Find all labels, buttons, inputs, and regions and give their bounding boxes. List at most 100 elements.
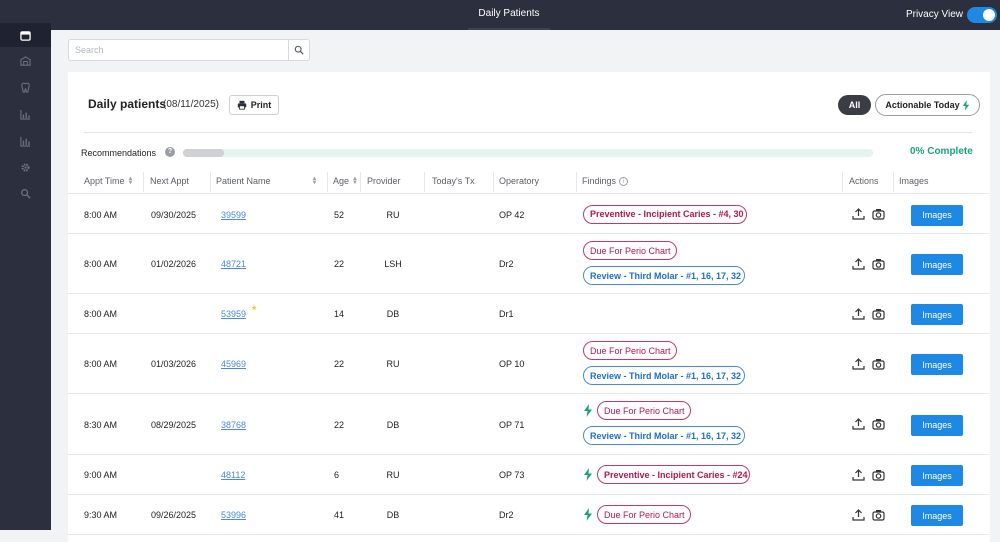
upload-button[interactable] [851, 468, 865, 481]
privacy-view-label: Privacy View [905, 9, 963, 20]
upload-icon [851, 357, 865, 370]
patient-id-link[interactable]: 39599 [221, 210, 246, 220]
camera-icon [871, 358, 885, 370]
filter-actionable-today-button[interactable]: Actionable Today [875, 94, 980, 116]
camera-icon [871, 308, 885, 320]
table-row: 8:00 AM 53959 ★ 14 DB Dr1 Images [68, 294, 990, 334]
col-actions: Actions [849, 176, 879, 186]
patient-id-link[interactable]: 53996 [221, 510, 246, 520]
images-button[interactable]: Images [911, 204, 963, 226]
search-input[interactable] [75, 43, 285, 57]
camera-button[interactable] [871, 208, 885, 221]
images-button[interactable]: Images [911, 354, 963, 375]
col-label: Actions [849, 176, 879, 186]
table-row: 9:00 AM 48112 6 RU OP 73 Preventive - Incipie… [68, 455, 990, 495]
sidebar-item-daily-patients[interactable] [0, 23, 51, 47]
col-age[interactable]: Age ▲ ▼ [333, 176, 358, 186]
patient-id-link[interactable]: 45969 [221, 359, 246, 369]
progress-text: 0% Complete [910, 146, 973, 157]
camera-button[interactable] [871, 257, 885, 270]
sidebar-item-settings[interactable] [0, 155, 51, 179]
upload-icon [851, 208, 865, 220]
help-icon[interactable]: ? [165, 147, 175, 157]
operatory: OP 71 [499, 419, 525, 430]
finding-tag[interactable]: Due For Perio Chart [583, 241, 677, 260]
finding-tag[interactable]: Preventive - Incipient Caries - #4, 30 [583, 204, 747, 224]
next-appt: 09/26/2025 [151, 510, 197, 520]
tooth-icon [21, 82, 30, 93]
camera-button[interactable] [871, 418, 885, 431]
camera-button[interactable] [871, 468, 885, 481]
upload-button[interactable] [851, 208, 865, 221]
sort-icon: ▲ ▼ [311, 176, 318, 186]
sidebar-item-search[interactable] [0, 181, 51, 205]
patient-id-link[interactable]: 38768 [221, 420, 246, 430]
appt-time: 9:00 AM [84, 470, 118, 480]
daily-patients-card: Daily patients (08/11/2025) Print All Ac… [68, 72, 990, 542]
camera-button[interactable] [871, 307, 885, 320]
operatory: Dr2 [499, 510, 514, 520]
print-button[interactable]: Print [229, 95, 279, 115]
patient-id-link[interactable]: 48721 [221, 259, 246, 269]
provider: RU [386, 359, 400, 369]
col-appt-time[interactable]: Appt Time ▲ ▼ [84, 176, 133, 186]
col-provider[interactable]: Provider [367, 176, 401, 186]
upload-button[interactable] [851, 307, 865, 320]
patient-id-link[interactable]: 53959 [221, 309, 246, 319]
table-row: 8:00 AM 09/30/2025 39599 52 RU OP 42 Preventiv… [68, 195, 990, 234]
col-operatory[interactable]: Operatory [499, 176, 539, 186]
sidebar-item-chart[interactable] [0, 102, 51, 126]
sidebar-item-reports[interactable] [0, 129, 51, 153]
next-appt: 08/29/2025 [151, 419, 197, 430]
finding-tag[interactable]: Due For Perio Chart [597, 505, 691, 524]
images-button[interactable]: Images [911, 254, 963, 275]
privacy-view-toggle[interactable] [967, 7, 997, 23]
operatory: OP 42 [499, 209, 525, 220]
col-label: Patient Name [216, 176, 271, 186]
camera-icon [871, 469, 885, 481]
lightning-icon [584, 508, 592, 521]
top-bar: Daily Patients Privacy View [0, 0, 1000, 30]
finding-tag[interactable]: Due For Perio Chart [597, 401, 691, 420]
upload-button[interactable] [851, 357, 865, 370]
search-button[interactable] [288, 40, 309, 60]
finding-tag[interactable]: Review - Third Molar - #1, 16, 17, 32 [583, 366, 745, 385]
upload-button[interactable] [851, 418, 865, 431]
col-label: Findings [582, 176, 617, 186]
info-icon[interactable]: i [619, 176, 629, 186]
col-next-appt[interactable]: Next Appt [150, 176, 189, 186]
operatory: OP 73 [499, 470, 525, 480]
age: 14 [334, 309, 345, 319]
upload-button[interactable] [851, 508, 865, 521]
provider: DB [386, 510, 400, 520]
upload-button[interactable] [851, 257, 865, 270]
images-button[interactable]: Images [911, 505, 963, 526]
finding-tag[interactable]: Review - Third Molar - #1, 16, 17, 32 [583, 266, 745, 285]
column-separator [842, 172, 843, 192]
sidebar-item-tooth-chart[interactable] [0, 49, 51, 73]
appt-time: 8:00 AM [84, 209, 118, 220]
upload-icon [851, 307, 865, 320]
age: 22 [334, 419, 345, 430]
finding-tag[interactable]: Review - Third Molar - #1, 16, 17, 32 [583, 426, 745, 445]
provider: RU [386, 209, 400, 220]
finding-tag[interactable]: Preventive - Incipient Caries - #24 [597, 465, 750, 484]
images-button[interactable]: Images [911, 414, 963, 436]
column-separator [424, 172, 425, 192]
sidebar-item-tooth[interactable] [0, 75, 51, 99]
upload-icon [851, 508, 865, 521]
table-row: 8:30 AM 08/29/2025 38768 22 DB OP 71 Due For P… [68, 394, 990, 455]
col-label: Today's Tx [432, 176, 475, 186]
camera-button[interactable] [871, 508, 885, 521]
col-patient-name[interactable]: Patient Name ▲ ▼ [216, 176, 317, 186]
upload-icon [851, 468, 865, 481]
search-icon [21, 188, 31, 199]
patient-id-link[interactable]: 48112 [221, 470, 245, 480]
camera-button[interactable] [871, 357, 885, 370]
lightning-icon [962, 99, 969, 111]
images-button[interactable]: Images [911, 304, 963, 325]
finding-tag[interactable]: Due For Perio Chart [583, 341, 677, 360]
filter-all-button[interactable]: All [838, 95, 871, 115]
images-button[interactable]: Images [911, 465, 963, 486]
card-title: Daily patients [88, 97, 167, 111]
